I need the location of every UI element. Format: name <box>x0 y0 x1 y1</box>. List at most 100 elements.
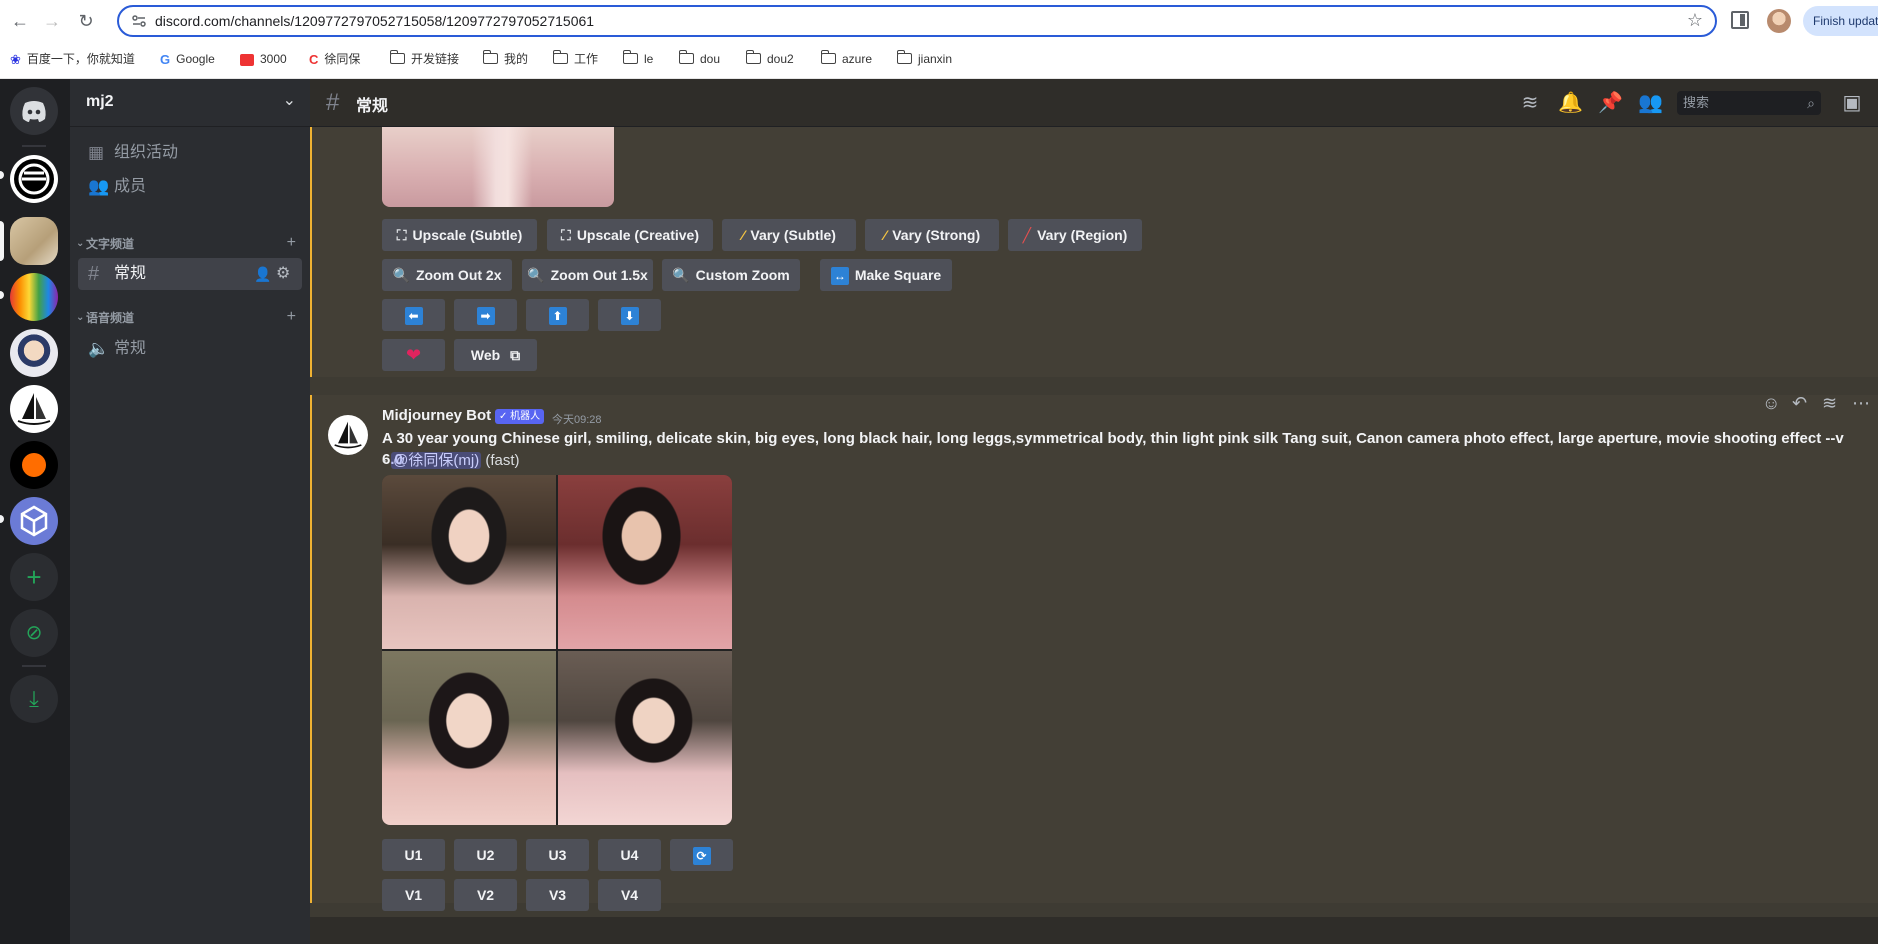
notification-bell-icon[interactable]: 🔔 <box>1558 91 1583 115</box>
make-square-button[interactable]: ↔ Make Square <box>820 259 952 291</box>
variation-v2-button[interactable]: V2 <box>454 879 517 911</box>
zoom-out-2x-button[interactable]: 🔍 Zoom Out 2x <box>382 259 512 291</box>
reply-icon[interactable]: ↶ <box>1792 393 1807 414</box>
bookmark-folder-azure[interactable]: azure <box>821 49 872 69</box>
composer-area <box>310 917 1878 944</box>
avatar[interactable] <box>328 415 368 455</box>
add-reaction-icon[interactable]: ☺ <box>1762 393 1780 414</box>
c-logo-icon: C <box>309 51 319 67</box>
sidebar-item-members[interactable]: 👥 成员 <box>78 171 302 203</box>
pan-right-button[interactable]: ➡ <box>454 299 517 331</box>
server-orange-dot[interactable] <box>10 441 58 489</box>
bookmark-label: dou <box>700 52 721 66</box>
variation-v4-button[interactable]: V4 <box>598 879 661 911</box>
bookmark-3000[interactable]: 3000 <box>240 49 287 69</box>
category-text-channels[interactable]: ⌄ 文字频道 + <box>72 234 308 253</box>
inbox-icon[interactable]: ▣ <box>1840 91 1864 115</box>
bookmark-star-icon[interactable]: ☆ <box>1687 10 1703 31</box>
pan-left-button[interactable]: ⬅ <box>382 299 445 331</box>
bookmark-folder-work[interactable]: 工作 <box>553 49 598 69</box>
discord-home-button[interactable] <box>10 87 58 135</box>
address-bar[interactable]: discord.com/channels/1209772797052715058… <box>117 5 1717 37</box>
variation-v3-button[interactable]: V3 <box>526 879 589 911</box>
finish-update-button[interactable]: Finish update <box>1803 6 1878 36</box>
bookmark-folder-dou[interactable]: dou <box>679 49 720 69</box>
pan-up-button[interactable]: ⬆ <box>526 299 589 331</box>
bookmark-label: le <box>644 52 654 66</box>
channel-title: 常规 <box>356 98 389 115</box>
custom-zoom-button[interactable]: 🔍 Custom Zoom <box>662 259 800 291</box>
grid-image-2[interactable] <box>558 475 732 649</box>
server-mj2[interactable] <box>10 217 58 265</box>
button-label: Upscale (Creative) <box>576 227 699 243</box>
invite-member-icon[interactable]: 👤 <box>254 258 271 290</box>
bookmark-google[interactable]: G Google <box>160 49 215 69</box>
gear-icon[interactable]: ⚙ <box>276 258 290 290</box>
web-link-button[interactable]: Web ⧉ <box>454 339 537 371</box>
upscale-u3-button[interactable]: U3 <box>526 839 589 871</box>
forward-arrow-icon[interactable]: → <box>40 9 64 33</box>
voice-channel-general[interactable]: 🔈 常规 <box>78 333 302 365</box>
variation-v1-button[interactable]: V1 <box>382 879 445 911</box>
sailboat-icon <box>334 421 362 449</box>
vary-region-button[interactable]: ╱ Vary (Region) <box>1008 219 1142 251</box>
channel-general[interactable]: # 常规 👤 ⚙ <box>78 258 302 290</box>
upscale-subtle-button[interactable]: ⛶ Upscale (Subtle) <box>382 219 537 251</box>
url-text[interactable]: discord.com/channels/1209772797052715058… <box>155 13 594 29</box>
grid-image-3[interactable] <box>382 651 556 825</box>
vary-subtle-button[interactable]: ⁄ Vary (Subtle) <box>722 219 856 251</box>
grid-image-1[interactable] <box>382 475 556 649</box>
guild-header[interactable]: mj2 ⌄ <box>70 79 310 127</box>
reload-icon[interactable]: ↻ <box>74 9 98 33</box>
create-channel-plus-icon[interactable]: + <box>287 234 296 252</box>
vary-strong-button[interactable]: ⁄ Vary (Strong) <box>865 219 999 251</box>
server-cube[interactable] <box>10 497 58 545</box>
image-grid[interactable] <box>382 475 732 825</box>
create-channel-plus-icon[interactable]: + <box>287 308 296 326</box>
folder-icon <box>390 50 405 65</box>
bookmark-folder-mine[interactable]: 我的 <box>483 49 528 69</box>
orange-circle-icon <box>22 453 46 477</box>
member-list-icon[interactable]: 👥 <box>1638 91 1663 115</box>
threads-icon[interactable]: ≋ <box>1518 91 1542 115</box>
zoom-out-1-5x-button[interactable]: 🔍 Zoom Out 1.5x <box>522 259 653 291</box>
bookmark-folder-dou2[interactable]: dou2 <box>746 49 794 69</box>
download-apps-button[interactable]: ⤓ <box>10 675 58 723</box>
upscale-creative-button[interactable]: ⛶ Upscale (Creative) <box>547 219 713 251</box>
external-link-icon: ⧉ <box>510 347 521 363</box>
more-options-icon[interactable]: ⋯ <box>1852 393 1870 414</box>
message-list: ⛶ Upscale (Subtle) ⛶ Upscale (Creative) ⁄ V… <box>310 127 1878 944</box>
bookmark-folder-dev[interactable]: 开发链接 <box>390 49 459 69</box>
add-server-button[interactable]: + <box>10 553 58 601</box>
upscale-u1-button[interactable]: U1 <box>382 839 445 871</box>
thread-icon[interactable]: ≋ <box>1822 393 1837 414</box>
upscale-u4-button[interactable]: U4 <box>598 839 661 871</box>
profile-avatar[interactable] <box>1767 9 1791 33</box>
bookmark-label: 徐同保 <box>324 52 361 66</box>
server-e-logo[interactable] <box>10 155 58 203</box>
bookmark-folder-le[interactable]: le <box>623 49 653 69</box>
server-midjourney[interactable] <box>10 385 58 433</box>
reroll-button[interactable]: ⟳ <box>670 839 733 871</box>
upscale-u2-button[interactable]: U2 <box>454 839 517 871</box>
bookmark-xutongbao[interactable]: C 徐同保 <box>309 49 360 69</box>
upscaled-image[interactable] <box>382 127 614 207</box>
bookmark-baidu[interactable]: ❀ 百度一下，你就知道 <box>10 49 135 69</box>
explore-servers-button[interactable]: ⊘ <box>10 609 58 657</box>
site-settings-icon[interactable] <box>131 13 147 29</box>
user-mention[interactable]: @徐同保(mj) <box>391 452 482 469</box>
side-panel-icon[interactable] <box>1731 11 1749 29</box>
bookmark-folder-jianxin[interactable]: jianxin <box>897 49 952 69</box>
pan-down-button[interactable]: ⬇ <box>598 299 661 331</box>
server-rainbow[interactable] <box>10 273 58 321</box>
category-voice-channels[interactable]: ⌄ 语音频道 + <box>72 308 308 327</box>
speaker-icon: 🔈 <box>88 339 110 358</box>
pin-icon[interactable]: 📌 <box>1598 91 1623 115</box>
server-avatar-kid[interactable] <box>10 329 58 377</box>
grid-image-4[interactable] <box>558 651 732 825</box>
author-name[interactable]: Midjourney Bot <box>382 407 491 424</box>
search-input[interactable]: 搜索 ⌕ <box>1677 91 1821 115</box>
favorite-button[interactable]: ❤ <box>382 339 445 371</box>
back-arrow-icon[interactable]: ← <box>8 9 32 33</box>
sidebar-item-events[interactable]: ▦ 组织活动 <box>78 137 302 169</box>
